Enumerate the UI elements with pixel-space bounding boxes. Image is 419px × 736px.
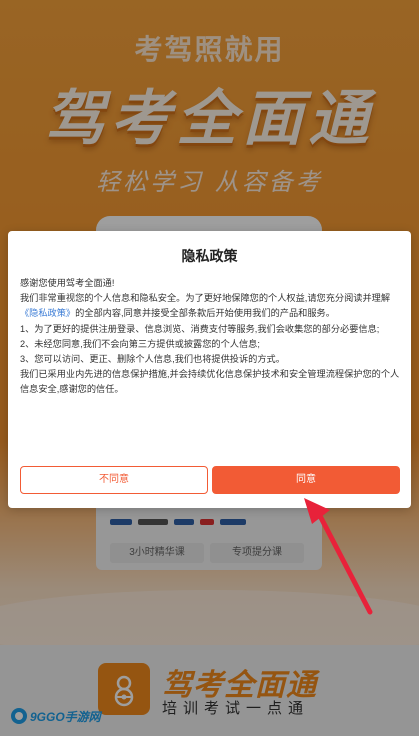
dialog-item-1: 1、为了更好的提供注册登录、信息浏览、消费支付等服务,我们会收集您的部分必要信息… xyxy=(20,323,380,334)
dialog-item-3: 3、您可以访问、更正、删除个人信息,我们也将提供投诉的方式。 xyxy=(20,354,285,365)
dialog-item-2: 2、未经您同意,我们不会向第三方提供或披露您的个人信息; xyxy=(20,338,260,349)
dialog-title: 隐私政策 xyxy=(181,248,238,264)
para1-text-before: 我们非常重视您的个人信息和隐私安全。为了更好地保障您的个人权益,请您充分阅读并理… xyxy=(20,293,391,304)
para1-text-after: 的全部内容,同意并接受全部条款后开始使用我们的产品和服务。 xyxy=(75,308,335,319)
dialog-paragraph-1: 我们非常重视您的个人信息和隐私安全。为了更好地保障您的个人权益,请您充分阅读并理… xyxy=(20,291,400,321)
agree-button[interactable]: 同意 xyxy=(212,466,400,494)
privacy-policy-link[interactable]: 《隐私政策》 xyxy=(20,308,75,318)
dialog-closing: 我们已采用业内先进的信息保护措施,并会持续优化信息保护技术和安全管理流程保护您的… xyxy=(20,369,400,395)
dialog-greeting: 感谢您使用驾考全面通! xyxy=(20,278,115,288)
disagree-button[interactable]: 不同意 xyxy=(20,466,208,494)
dialog-body: 感谢您使用驾考全面通! 我们非常重视您的个人信息和隐私安全。为了更好地保障您的个… xyxy=(20,276,400,398)
